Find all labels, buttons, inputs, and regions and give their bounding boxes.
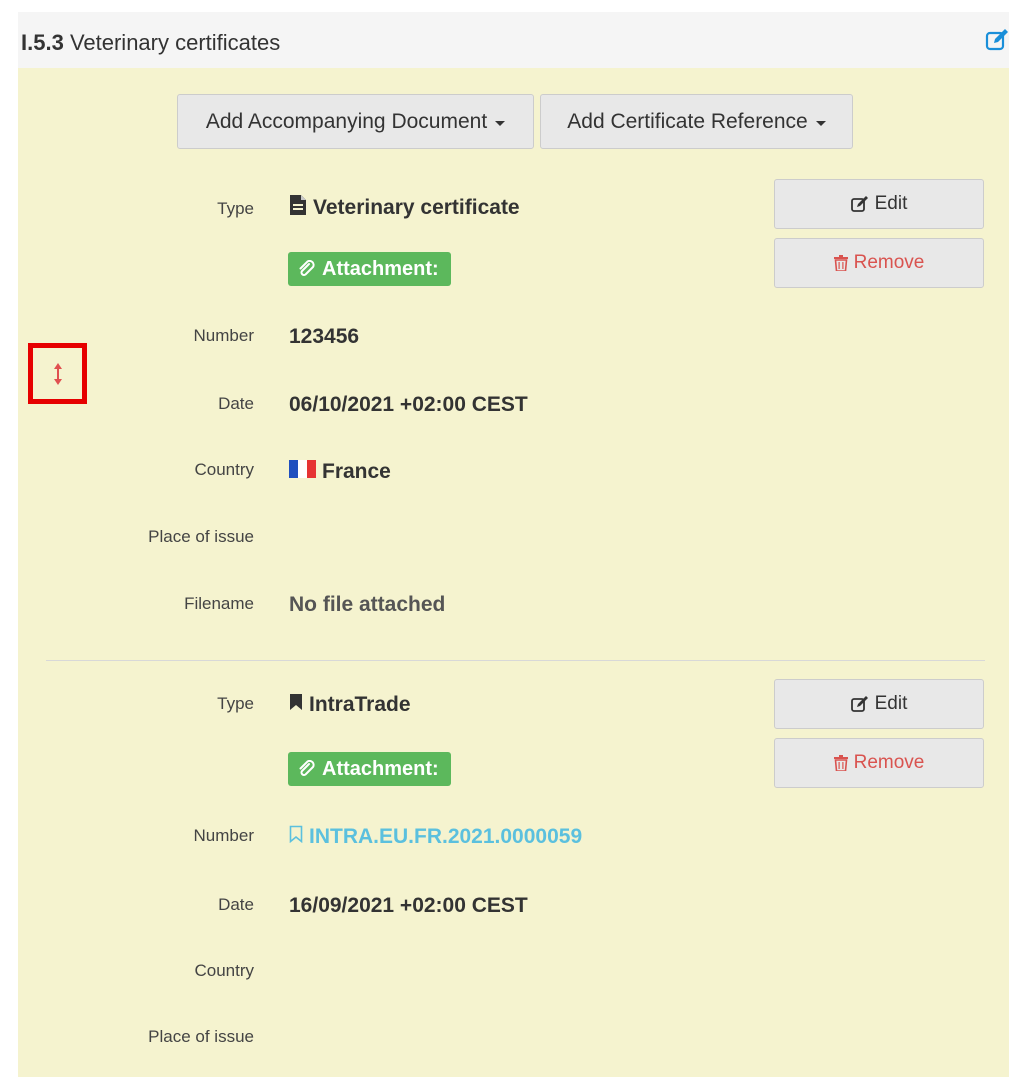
number-link-text: INTRA.EU.FR.2021.0000059 [309, 825, 583, 848]
bookmark-icon [289, 693, 303, 717]
remove-label: Remove [853, 752, 925, 773]
date-label: Date [218, 394, 254, 413]
date-value: 06/10/2021 +02:00 CEST [289, 393, 528, 416]
type-text: IntraTrade [309, 693, 411, 716]
attachment-badge: Attachment: [288, 252, 451, 286]
veterinary-certificates-panel: I.5.3 Veterinary certificates Add Accomp… [18, 12, 1009, 1077]
bookmark-outline-icon [289, 825, 303, 849]
add-accompanying-document-label: Add Accompanying Document [205, 109, 488, 133]
edit-icon[interactable] [985, 28, 1009, 52]
resize-vertical-icon [53, 362, 62, 385]
attachment-label: Attachment: [322, 757, 439, 780]
remove-button[interactable]: Remove [774, 238, 984, 288]
edit-icon [850, 196, 869, 212]
date-label: Date [218, 895, 254, 914]
panel-header: I.5.3 Veterinary certificates [18, 12, 1009, 68]
filename-value: No file attached [289, 593, 446, 616]
date-value: 16/09/2021 +02:00 CEST [289, 894, 528, 917]
number-value: 123456 [289, 325, 360, 348]
reorder-handle[interactable] [28, 343, 87, 404]
country-label: Country [194, 961, 254, 980]
type-text: Veterinary certificate [313, 196, 520, 219]
section-title-text: Veterinary certificates [69, 30, 281, 55]
edit-button[interactable]: Edit [774, 179, 984, 229]
section-title: I.5.3 Veterinary certificates [21, 30, 280, 56]
attachment-badge: Attachment: [288, 752, 451, 786]
caret-down-icon [495, 120, 506, 126]
filename-label: Filename [184, 594, 254, 613]
remove-label: Remove [853, 252, 925, 273]
type-value: IntraTrade [289, 693, 411, 717]
place-of-issue-label: Place of issue [148, 527, 254, 546]
entry-divider [46, 660, 985, 661]
paperclip-icon [298, 760, 316, 778]
place-of-issue-label: Place of issue [148, 1027, 254, 1046]
type-value: Veterinary certificate [289, 194, 520, 222]
flag-france-icon [289, 460, 316, 484]
file-icon [289, 194, 307, 222]
panel-body: Add Accompanying Document Add Certificat… [18, 68, 1009, 1077]
type-label: Type [217, 199, 254, 218]
number-label: Number [193, 826, 254, 845]
number-label: Number [193, 326, 254, 345]
edit-icon [850, 696, 869, 712]
number-link[interactable]: INTRA.EU.FR.2021.0000059 [289, 825, 582, 849]
country-label: Country [194, 460, 254, 479]
country-value: France [289, 460, 391, 484]
trash-icon [833, 755, 848, 771]
add-accompanying-document-button[interactable]: Add Accompanying Document [177, 94, 534, 149]
edit-label: Edit [874, 193, 908, 214]
trash-icon [833, 255, 848, 271]
remove-button[interactable]: Remove [774, 738, 984, 788]
section-number: I.5.3 [21, 30, 64, 55]
paperclip-icon [298, 260, 316, 278]
caret-down-icon [815, 120, 826, 126]
add-certificate-reference-label: Add Certificate Reference [567, 109, 808, 133]
country-text: France [322, 460, 391, 483]
edit-label: Edit [874, 693, 908, 714]
type-label: Type [217, 694, 254, 713]
edit-button[interactable]: Edit [774, 679, 984, 729]
attachment-label: Attachment: [322, 257, 439, 280]
add-certificate-reference-button[interactable]: Add Certificate Reference [540, 94, 853, 149]
